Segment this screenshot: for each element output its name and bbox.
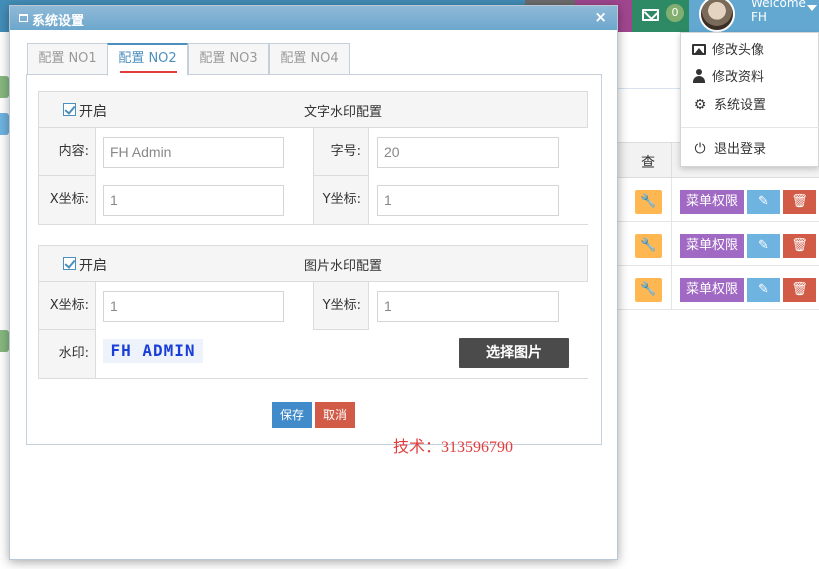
tab-label: 配置 NO2 xyxy=(118,51,177,66)
edit-button[interactable]: ✎ xyxy=(747,190,780,214)
image-watermark-config: 开启 图片水印配置 X坐标: 1 Y坐标: 1 水印: FH ADMIN 选择图… xyxy=(38,245,589,379)
content-label: 内容: xyxy=(58,144,89,159)
enable-label: 开启 xyxy=(79,104,107,120)
menu-permission-button[interactable]: 菜单权限 xyxy=(680,234,744,258)
text-watermark-row-coords: X坐标: 1 Y坐标: 1 xyxy=(39,176,589,224)
x-coord-input[interactable]: 1 xyxy=(103,185,284,216)
user-table: 查 🔧 菜单权限 ✎ 🗑 🔧 菜单权限 ✎ 🗑 🔧 菜单权限 ✎ 🗑 xyxy=(617,142,819,310)
text-watermark-row-content: 内容: FH Admin 字号: 20 xyxy=(39,128,589,176)
menu-item-label: 退出登录 xyxy=(714,142,767,157)
side-tab[interactable] xyxy=(0,76,9,98)
text-watermark-enable-checkbox[interactable] xyxy=(63,103,76,116)
y-coord-input[interactable]: 1 xyxy=(377,185,559,216)
user-dropdown-menu: 修改头像 修改资料 ⚙ 系统设置 ⏻ 退出登录 xyxy=(680,32,819,167)
fontsize-label: 字号: xyxy=(330,144,361,159)
window-icon xyxy=(19,14,28,22)
select-image-button[interactable]: 选择图片 xyxy=(459,338,569,368)
image-icon xyxy=(692,44,706,55)
messages-count-badge: 0 xyxy=(666,4,684,22)
envelope-icon xyxy=(642,9,659,21)
image-watermark-header: 开启 图片水印配置 xyxy=(39,246,587,282)
menu-item-edit-profile[interactable]: 修改资料 xyxy=(692,68,764,88)
welcome-text: Welcome xyxy=(751,0,806,10)
content-input[interactable]: FH Admin xyxy=(103,137,284,168)
table-row: 🔧 菜单权限 ✎ 🗑 xyxy=(617,222,819,266)
wrench-button[interactable]: 🔧 xyxy=(635,234,662,258)
menu-item-system-settings[interactable]: ⚙ 系统设置 xyxy=(692,95,766,115)
close-icon[interactable]: × xyxy=(594,8,607,26)
menu-item-change-avatar[interactable]: 修改头像 xyxy=(692,41,764,61)
menu-permission-button[interactable]: 菜单权限 xyxy=(680,190,744,214)
x-coord-label: X坐标: xyxy=(49,192,89,207)
menu-divider xyxy=(681,127,819,128)
image-y-coord-input[interactable]: 1 xyxy=(377,291,559,322)
gear-icon: ⚙ xyxy=(693,97,707,113)
active-tab-underline xyxy=(120,71,177,73)
menu-item-label: 修改资料 xyxy=(712,70,765,85)
text-watermark-header: 开启 文字水印配置 xyxy=(39,92,587,128)
image-watermark-enable-checkbox[interactable] xyxy=(63,257,76,270)
caret-down-icon xyxy=(807,5,817,11)
dialog-title: 系统设置 xyxy=(32,14,85,29)
enable-label: 开启 xyxy=(79,258,107,274)
edit-button[interactable]: ✎ xyxy=(747,234,780,258)
delete-button[interactable]: 🗑 xyxy=(783,190,816,214)
avatar xyxy=(699,0,735,32)
menu-item-label: 修改头像 xyxy=(712,43,765,58)
y-coord-label: Y坐标: xyxy=(322,192,361,207)
edit-button[interactable]: ✎ xyxy=(747,278,780,302)
nav-messages[interactable]: 0 xyxy=(632,0,689,32)
save-button[interactable]: 保存 xyxy=(272,402,312,428)
table-row: 🔧 菜单权限 ✎ 🗑 xyxy=(617,266,819,310)
image-watermark-row-coords: X坐标: 1 Y坐标: 1 xyxy=(39,282,589,330)
side-tab[interactable] xyxy=(0,330,9,352)
cancel-button[interactable]: 取消 xyxy=(315,402,355,428)
column-header: 查 xyxy=(641,155,655,171)
wrench-button[interactable]: 🔧 xyxy=(635,190,662,214)
user-menu-toggle[interactable]: Welcome FH xyxy=(689,0,819,32)
tab-config-no4[interactable]: 配置 NO4 xyxy=(269,43,350,75)
user-greeting: Welcome FH xyxy=(751,0,806,24)
tab-config-no1[interactable]: 配置 NO1 xyxy=(27,43,108,75)
watermark-label: 水印: xyxy=(58,346,89,361)
table-row: 🔧 菜单权限 ✎ 🗑 xyxy=(617,178,819,222)
wrench-button[interactable]: 🔧 xyxy=(635,278,662,302)
text-watermark-config: 开启 文字水印配置 内容: FH Admin 字号: 20 X坐标: 1 Y坐标… xyxy=(38,91,589,225)
watermark-preview: FH ADMIN xyxy=(103,339,203,363)
username-text: FH xyxy=(751,10,767,24)
side-tab[interactable] xyxy=(0,113,9,135)
power-icon: ⏻ xyxy=(694,141,706,157)
tab-config-no3[interactable]: 配置 NO3 xyxy=(188,43,269,75)
menu-item-logout[interactable]: ⏻ 退出登录 xyxy=(692,139,766,159)
tech-contact-note: 技术：313596790 xyxy=(393,439,514,456)
tab-config-no2[interactable]: 配置 NO2 xyxy=(107,43,188,76)
user-icon xyxy=(692,69,706,83)
menu-item-label: 系统设置 xyxy=(714,98,767,113)
delete-button[interactable]: 🗑 xyxy=(783,234,816,258)
y-coord-label: Y坐标: xyxy=(322,298,361,313)
text-watermark-caption: 文字水印配置 xyxy=(304,105,383,120)
menu-permission-button[interactable]: 菜单权限 xyxy=(680,278,744,302)
delete-button[interactable]: 🗑 xyxy=(783,278,816,302)
x-coord-label: X坐标: xyxy=(49,298,89,313)
dialog-header[interactable]: 系统设置 × xyxy=(10,6,617,30)
system-settings-dialog: 系统设置 × 配置 NO1 配置 NO2 配置 NO3 配置 NO4 开启 文字… xyxy=(9,5,618,560)
fontsize-input[interactable]: 20 xyxy=(377,137,559,168)
image-watermark-caption: 图片水印配置 xyxy=(304,259,383,274)
image-watermark-row-image: 水印: FH ADMIN 选择图片 xyxy=(39,330,589,378)
image-x-coord-input[interactable]: 1 xyxy=(103,291,284,322)
